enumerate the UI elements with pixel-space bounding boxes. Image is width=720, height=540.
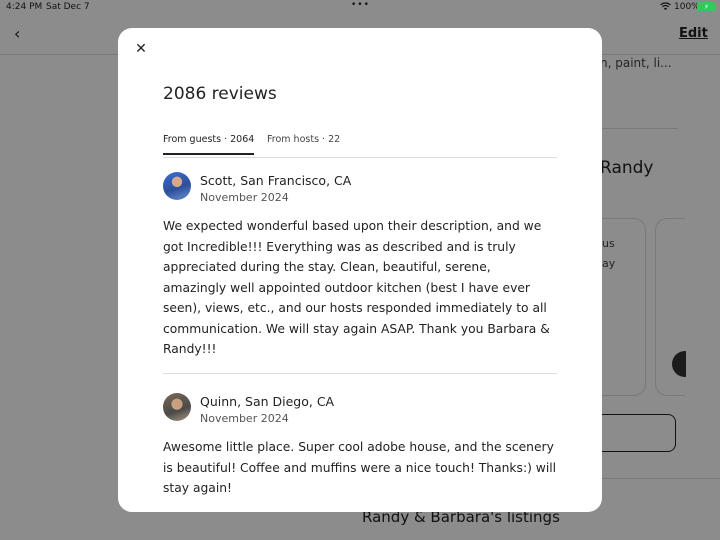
battery-icon: ⚡ [697, 2, 716, 11]
avatar[interactable] [163, 393, 191, 421]
battery-percent: 100% [674, 2, 700, 12]
review-divider [163, 373, 557, 374]
tab-from-guests[interactable]: From guests · 2064 [163, 134, 255, 155]
review-text: We expected wonderful based upon their d… [163, 219, 550, 356]
status-bar: 4:24 PM Sat Dec 7 ••• 100% ⚡ [0, 0, 720, 14]
avatar[interactable] [163, 172, 191, 200]
close-icon[interactable]: ✕ [132, 40, 150, 58]
review-date: November 2024 [200, 191, 289, 204]
review-tabs: From guests · 2064 From hosts · 22 [163, 132, 557, 158]
wifi-icon [660, 2, 671, 11]
reviewer-name: Scott, San Francisco, CA [200, 173, 352, 188]
review-date: November 2024 [200, 412, 289, 425]
modal-title: 2086 reviews [163, 84, 277, 104]
tab-from-hosts[interactable]: From hosts · 22 [267, 134, 340, 153]
review-text: Awesome little place. Super cool adobe h… [163, 440, 557, 495]
reviews-modal: ✕ 2086 reviews From guests · 2064 From h… [118, 28, 602, 512]
reviewer-name: Quinn, San Diego, CA [200, 394, 335, 409]
status-date: Sat Dec 7 [46, 2, 90, 12]
status-time: 4:24 PM [6, 2, 43, 12]
multitasking-dots-icon[interactable]: ••• [351, 0, 370, 10]
